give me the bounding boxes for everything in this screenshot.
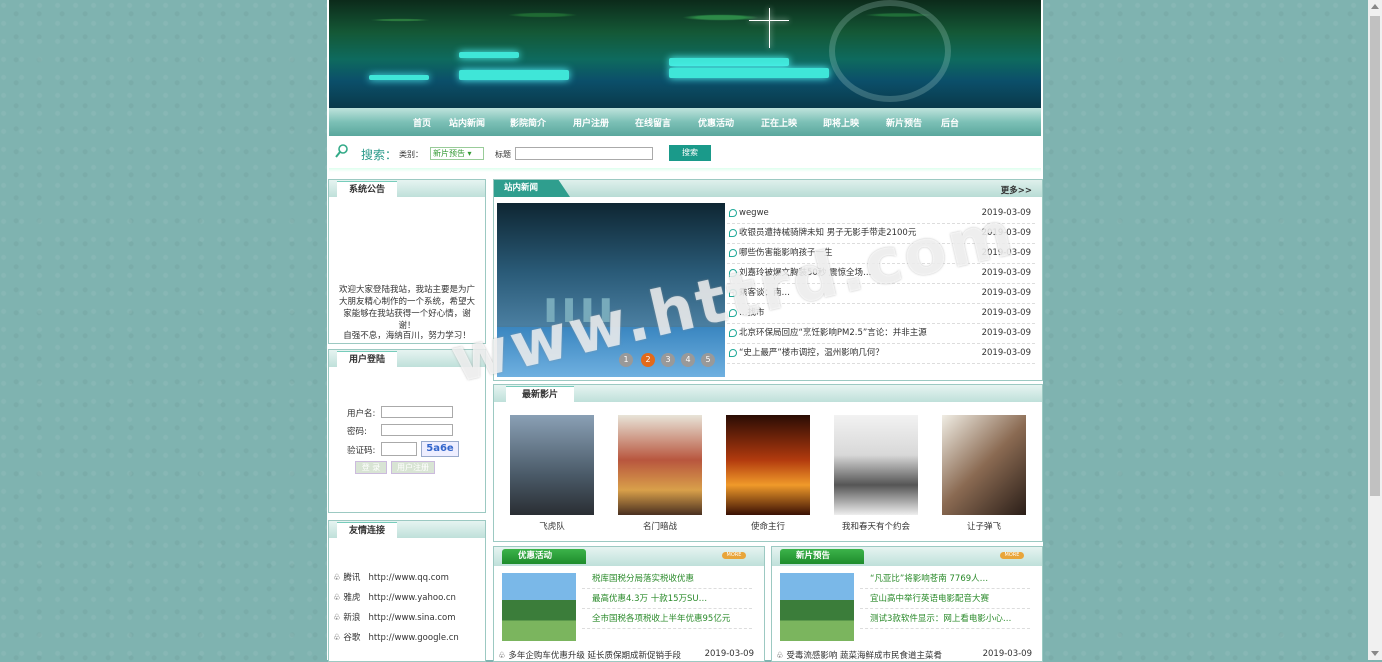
nav-now-showing[interactable]: 正在上映 xyxy=(761,116,797,129)
search-button[interactable]: 搜索 xyxy=(669,145,711,161)
register-button[interactable]: 用户注册 xyxy=(391,461,435,474)
links-header: 友情连接 xyxy=(337,522,398,539)
login-header: 用户登陆 xyxy=(337,351,398,368)
promo-item[interactable]: 全市国税各项税收上半年优惠95亿元 xyxy=(582,609,752,629)
nav-coming-soon[interactable]: 即将上映 xyxy=(823,116,859,129)
film-title[interactable]: 我和春天有个约会 xyxy=(831,520,921,532)
nav-register[interactable]: 用户注册 xyxy=(573,116,609,129)
film-poster[interactable] xyxy=(510,415,594,515)
trailer-image xyxy=(780,573,854,641)
friend-link[interactable]: ♧ 谷歌 http://www.google.cn xyxy=(333,631,459,643)
friend-link[interactable]: ♧ 雅虎 http://www.yahoo.cn xyxy=(333,591,456,603)
title-label: 标题 xyxy=(495,150,511,159)
slider-page[interactable]: 4 xyxy=(681,353,695,367)
main-nav: 首页 站内新闻 影院简介 用户注册 在线留言 优惠活动 正在上映 即将上映 新片… xyxy=(329,108,1041,136)
slider-page[interactable]: 5 xyxy=(701,353,715,367)
nav-site-news[interactable]: 站内新闻 xyxy=(449,116,485,129)
password-input[interactable] xyxy=(381,424,453,436)
promo-item[interactable]: 税库国税分局落实税收优惠 xyxy=(582,569,752,589)
trailer-item[interactable]: 宜山高中举行英语电影配音大赛 xyxy=(860,589,1030,609)
promo-footer-item[interactable]: ♧ 多年企购车优惠升级 延长质保期成新促销手段 2019-03-09 xyxy=(498,649,754,661)
films-panel: 最新影片 飞虎队 名门暗战 使命主行 我和春天有个约会 让子弹飞 xyxy=(493,384,1043,542)
page-scrollbar[interactable] xyxy=(1368,0,1382,660)
scroll-down-icon[interactable] xyxy=(1371,651,1379,656)
friend-link[interactable]: ♧ 腾讯 http://www.qq.com xyxy=(333,571,449,583)
nav-guestbook[interactable]: 在线留言 xyxy=(635,116,671,129)
promo-panel: 优惠活动 MORE 税库国税分局落实税收优惠 最高优惠4.3万 十款15万SU…… xyxy=(493,546,765,662)
film-title[interactable]: 使命主行 xyxy=(723,520,813,532)
category-select[interactable]: 新片预告 ▾ xyxy=(430,147,484,160)
notice-panel: 系统公告 欢迎大家登陆我站，我站主要是为广大朋友精心制作的一个系统，希望大家能够… xyxy=(328,179,486,344)
captcha-label: 验证码: xyxy=(347,446,376,456)
film-poster[interactable] xyxy=(834,415,918,515)
film-poster[interactable] xyxy=(942,415,1026,515)
nav-trailers[interactable]: 新片预告 xyxy=(886,116,922,129)
username-input[interactable] xyxy=(381,406,453,418)
promo-image xyxy=(502,573,576,641)
films-header: 最新影片 xyxy=(506,386,575,403)
promo-item[interactable]: 最高优惠4.3万 十款15万SU… xyxy=(582,589,752,609)
trailer-panel: 新片预告 MORE “凡亚比”将影响苍南 7769人… 宜山高中举行英语电影配音… xyxy=(771,546,1043,662)
category-label: 类别： xyxy=(399,150,423,159)
trailer-header: 新片预告 xyxy=(780,549,864,564)
search-bar: 搜索： 类别： 新片预告 ▾ 标题 搜索 xyxy=(329,140,1041,166)
notice-header: 系统公告 xyxy=(337,181,398,198)
search-title: 搜索： xyxy=(361,148,398,162)
trailer-footer-item[interactable]: ♧ 受毒流感影响 蔬菜海鲜成市民食道主菜肴 2019-03-09 xyxy=(776,649,1032,661)
news-header: 站内新闻 xyxy=(494,180,570,197)
password-label: 密码: xyxy=(347,427,367,437)
login-button[interactable]: 登 录 xyxy=(355,461,387,474)
trailer-item[interactable]: “凡亚比”将影响苍南 7769人… xyxy=(860,569,1030,589)
scroll-up-icon[interactable] xyxy=(1371,4,1379,9)
film-poster[interactable] xyxy=(618,415,702,515)
film-title[interactable]: 飞虎队 xyxy=(507,520,597,532)
slider-page-active[interactable]: 2 xyxy=(641,353,655,367)
nav-promotions[interactable]: 优惠活动 xyxy=(698,116,734,129)
news-more-link[interactable]: 更多>> xyxy=(1001,184,1032,196)
captcha-input[interactable] xyxy=(381,442,417,456)
search-icon xyxy=(335,144,348,158)
promo-header: 优惠活动 xyxy=(502,549,586,564)
username-label: 用户名: xyxy=(347,409,376,419)
title-input[interactable] xyxy=(515,147,653,160)
promo-more-button[interactable]: MORE xyxy=(722,552,746,559)
film-title[interactable]: 名门暗战 xyxy=(615,520,705,532)
nav-admin[interactable]: 后台 xyxy=(941,116,959,129)
friend-link[interactable]: ♧ 新浪 http://www.sina.com xyxy=(333,611,456,623)
news-item[interactable]: “史上最严”楼市调控，温州影响几何？ 2019-03-09 xyxy=(727,343,1035,364)
scrollbar-thumb[interactable] xyxy=(1370,16,1380,496)
captcha-image[interactable]: 5a6e xyxy=(421,441,459,457)
trailer-item[interactable]: 测试3款软件显示：网上看电影小心… xyxy=(860,609,1030,629)
nav-home[interactable]: 首页 xyxy=(413,116,431,129)
site-banner xyxy=(329,0,1041,108)
film-poster[interactable] xyxy=(726,415,810,515)
news-item[interactable]: 北京环保局回应“烹饪影响PM2.5”言论：并非主源 2019-03-09 xyxy=(727,323,1035,344)
slider-page[interactable]: 3 xyxy=(661,353,675,367)
links-panel: 友情连接 ♧ 腾讯 http://www.qq.com ♧ 雅虎 http://… xyxy=(328,520,486,662)
trailer-more-button[interactable]: MORE xyxy=(1000,552,1024,559)
film-title[interactable]: 让子弹飞 xyxy=(939,520,1029,532)
nav-cinema-intro[interactable]: 影院简介 xyxy=(510,116,546,129)
